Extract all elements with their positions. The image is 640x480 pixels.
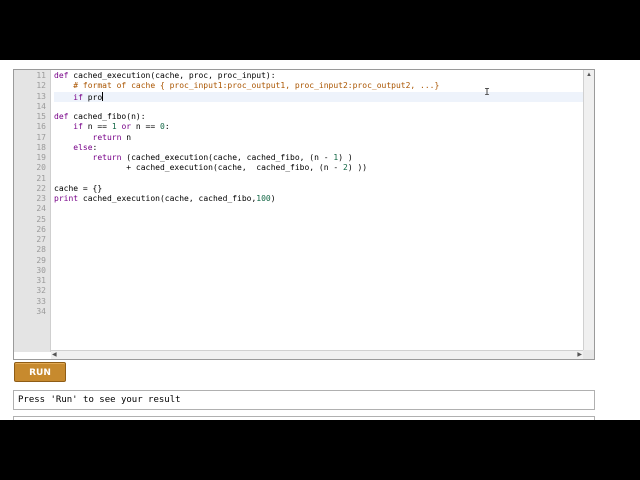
code-line[interactable]: cache = {} <box>54 184 102 194</box>
code-line[interactable]: print cached_execution(cache, cached_fib… <box>54 194 276 204</box>
horizontal-scrollbar[interactable]: ◀ ▶ <box>51 350 583 359</box>
line-number: 16 <box>36 122 46 132</box>
lower-panel <box>13 416 595 420</box>
line-number: 26 <box>36 224 46 234</box>
line-number: 15 <box>36 112 46 121</box>
code-line[interactable]: def cached_execution(cache, proc, proc_i… <box>54 71 276 81</box>
line-number: 28 <box>36 245 46 255</box>
code-token: return <box>92 153 127 162</box>
line-number: 19 <box>36 153 46 162</box>
line-number: 33 <box>36 296 46 306</box>
line-number: 32 <box>36 286 46 296</box>
line-number: 30 <box>36 265 46 275</box>
code-token: + cached_execution(cache, cached_fibo, (… <box>54 163 343 173</box>
code-token: ) ) <box>338 153 353 162</box>
code-token: if <box>73 122 88 132</box>
line-number: 17 <box>36 132 46 142</box>
code-line[interactable]: if n == 1 or n == 0: <box>54 122 170 132</box>
code-token: cached_execution(cache, cached_fibo, <box>82 194 257 203</box>
code-token: : <box>92 142 98 152</box>
line-number: 25 <box>36 214 46 224</box>
vertical-scrollbar[interactable]: ▲ <box>583 70 594 352</box>
result-output: Press 'Run' to see your result <box>13 390 595 410</box>
code-line[interactable]: return n <box>54 132 132 143</box>
code-token: cached_execution(cache, proc, proc_input… <box>73 71 276 80</box>
code-token: 1 <box>111 122 122 132</box>
scroll-up-arrow-icon[interactable]: ▲ <box>586 71 592 79</box>
code-token: # format of cache { proc_input1:proc_out… <box>73 81 440 91</box>
code-token: print <box>54 194 83 203</box>
line-number: 20 <box>36 163 46 173</box>
run-button[interactable]: RUN <box>14 362 66 382</box>
line-number: 34 <box>36 306 46 316</box>
line-number: 13 <box>36 91 46 101</box>
line-number: 27 <box>36 235 46 244</box>
code-line[interactable]: # format of cache { proc_input1:proc_out… <box>54 81 439 91</box>
code-token: n == <box>87 122 112 132</box>
code-token: def <box>54 112 74 121</box>
code-line[interactable]: else: <box>54 143 97 153</box>
code-token: cache = {} <box>54 183 103 193</box>
scrollbar-corner <box>583 350 594 359</box>
code-token: pro <box>87 92 103 102</box>
line-number: 18 <box>36 142 46 152</box>
code-token: ) )) <box>347 163 368 173</box>
code-token: 100 <box>256 194 271 203</box>
line-number: 23 <box>36 194 46 203</box>
code-token: : <box>164 122 170 132</box>
code-token: else <box>73 142 93 152</box>
line-number: 11 <box>36 71 46 80</box>
caret <box>102 91 104 101</box>
scroll-right-arrow-icon[interactable]: ▶ <box>577 351 582 359</box>
line-number: 29 <box>36 255 46 265</box>
code-line[interactable]: def cached_fibo(n): <box>54 112 146 122</box>
code-line[interactable]: if pro <box>54 91 584 102</box>
code-token: or <box>121 122 136 132</box>
code-token: if <box>73 92 88 102</box>
line-number: 22 <box>36 183 46 193</box>
line-number-gutter: 11 12 13 14 15 16 17 18 19 20 21 22 23 24 25 26 27 28 29 30… <box>14 70 51 352</box>
line-number: 21 <box>36 173 46 183</box>
line-number: 24 <box>36 204 46 214</box>
code-token: cached_fibo(n): <box>73 112 146 121</box>
course-ide-screen: 11 12 13 14 15 16 17 18 19 20 21 22 23 24 25 26 27 28 29 30… <box>0 60 640 420</box>
code-token: (cached_execution(cache, cached_fibo, (n… <box>126 153 334 162</box>
code-token: return <box>92 132 127 142</box>
line-number: 12 <box>36 81 46 91</box>
code-line[interactable]: + cached_execution(cache, cached_fibo, (… <box>54 163 367 173</box>
code-token: def <box>54 71 74 80</box>
code-area[interactable]: def cached_execution(cache, proc, proc_i… <box>54 70 584 352</box>
code-editor[interactable]: 11 12 13 14 15 16 17 18 19 20 21 22 23 24 25 26 27 28 29 30… <box>13 69 595 360</box>
line-number: 31 <box>36 276 46 285</box>
line-number: 14 <box>36 101 46 111</box>
code-token: n <box>126 132 132 142</box>
scroll-left-arrow-icon[interactable]: ◀ <box>52 351 57 359</box>
code-token: ) <box>270 194 276 203</box>
code-line[interactable]: return (cached_execution(cache, cached_f… <box>54 153 353 163</box>
text-cursor-icon: I <box>484 87 491 98</box>
code-token: n == <box>135 122 160 132</box>
